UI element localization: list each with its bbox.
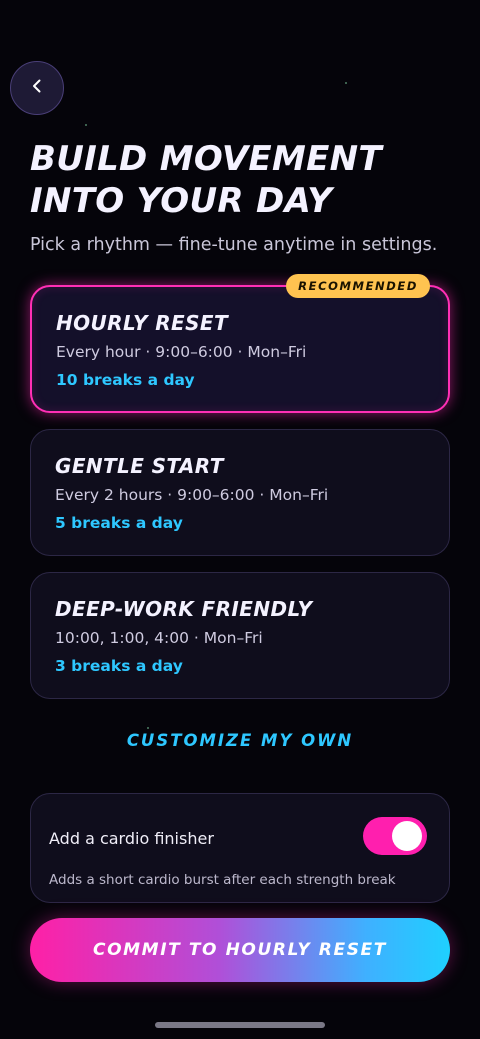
cardio-finisher-description: Adds a short cardio burst after each str… xyxy=(49,872,396,888)
commit-button[interactable]: COMMIT TO HOURLY RESET xyxy=(30,918,450,982)
title-line-2: INTO YOUR DAY xyxy=(30,181,333,221)
star-decoration xyxy=(85,124,87,126)
customize-my-own-link[interactable]: CUSTOMIZE MY OWN xyxy=(0,731,480,750)
plan-schedule: Every 2 hours · 9:00–6:00 · Mon–Fri xyxy=(55,486,329,504)
plan-schedule: Every hour · 9:00–6:00 · Mon–Fri xyxy=(56,343,307,361)
star-decoration xyxy=(147,727,149,729)
toggle-knob xyxy=(392,821,422,851)
title-line-1: BUILD MOVEMENT xyxy=(30,139,382,179)
cardio-finisher-toggle[interactable] xyxy=(363,817,427,855)
recommended-badge: RECOMMENDED xyxy=(286,274,430,298)
chevron-left-icon xyxy=(29,78,45,98)
plan-breaks-count: 10 breaks a day xyxy=(56,371,195,389)
page-subtitle: Pick a rhythm — fine-tune anytime in set… xyxy=(30,235,438,255)
home-indicator[interactable] xyxy=(155,1022,325,1028)
plan-schedule: 10:00, 1:00, 4:00 · Mon–Fri xyxy=(55,629,263,647)
plan-card-gentle-start[interactable]: GENTLE START Every 2 hours · 9:00–6:00 ·… xyxy=(30,429,450,556)
plan-breaks-count: 3 breaks a day xyxy=(55,657,183,675)
plan-card-hourly-reset[interactable]: RECOMMENDED HOURLY RESET Every hour · 9:… xyxy=(30,274,450,413)
cardio-finisher-label: Add a cardio finisher xyxy=(49,829,214,848)
plan-breaks-count: 5 breaks a day xyxy=(55,514,183,532)
star-decoration xyxy=(345,82,347,84)
plan-name: HOURLY RESET xyxy=(56,311,229,335)
plan-name: GENTLE START xyxy=(55,454,224,478)
page-title: BUILD MOVEMENT INTO YOUR DAY xyxy=(30,138,460,222)
plan-card-deep-work-friendly[interactable]: DEEP-WORK FRIENDLY 10:00, 1:00, 4:00 · M… xyxy=(30,572,450,699)
cardio-finisher-panel: Add a cardio finisher Adds a short cardi… xyxy=(30,793,450,903)
back-button[interactable] xyxy=(10,61,64,115)
plan-name: DEEP-WORK FRIENDLY xyxy=(55,597,313,621)
